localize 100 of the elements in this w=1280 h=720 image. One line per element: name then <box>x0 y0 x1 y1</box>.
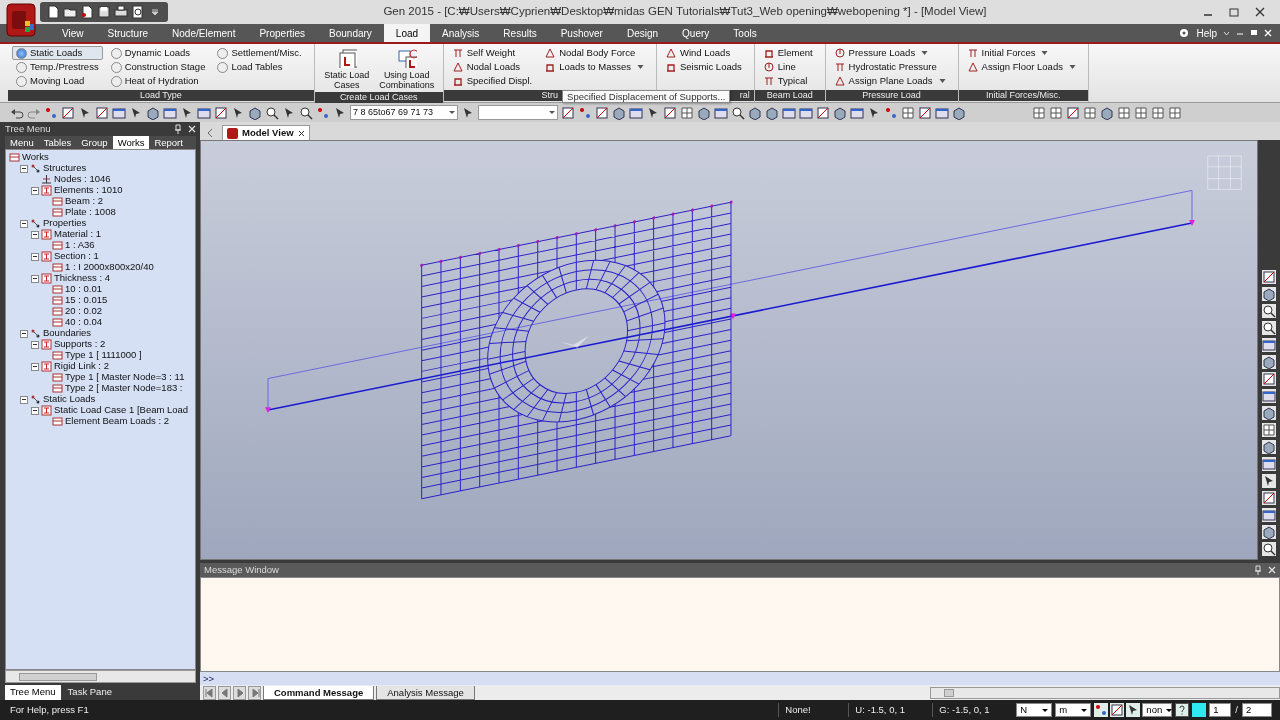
ribbon-tab[interactable]: Analysis <box>430 24 492 42</box>
message-tab[interactable]: Command Message <box>263 685 375 700</box>
zoom-icon[interactable] <box>731 105 745 120</box>
frame-icon[interactable] <box>1262 372 1276 386</box>
window-icon[interactable] <box>1262 389 1276 403</box>
grid-icon[interactable] <box>1083 105 1097 120</box>
radio-option[interactable]: Moving Load <box>12 74 103 88</box>
ribbon-tab[interactable]: Design <box>614 24 671 42</box>
ribbon-button[interactable]: Pressure Loads <box>829 46 950 60</box>
ribbon-button[interactable]: Wind Loads <box>660 46 746 60</box>
panel-tab[interactable]: Tables <box>38 136 77 149</box>
grid-icon[interactable] <box>1117 105 1131 120</box>
unit-dropdown[interactable]: N <box>1016 703 1053 717</box>
expand-toggle[interactable] <box>31 252 39 261</box>
new-file-icon[interactable] <box>80 5 94 19</box>
toolbar-icon[interactable] <box>1094 703 1109 717</box>
frame-icon[interactable] <box>1262 491 1276 505</box>
ribbon-button[interactable]: Hydrostatic Pressure <box>829 60 950 74</box>
expand-toggle[interactable] <box>20 219 28 228</box>
ribbon-button[interactable]: Using Load Combinations <box>378 46 435 90</box>
caret-icon[interactable] <box>636 64 644 70</box>
print-icon[interactable] <box>114 5 128 19</box>
ribbon-button[interactable]: Typical <box>758 74 817 88</box>
node-icon[interactable] <box>578 105 592 120</box>
message-tab[interactable]: Analysis Message <box>376 685 475 700</box>
expand-toggle[interactable] <box>31 274 39 283</box>
ribbon-button[interactable]: Element <box>758 46 817 60</box>
panel-tab[interactable]: Task Pane <box>62 685 117 700</box>
unit-dropdown[interactable]: non <box>1142 703 1173 717</box>
panel-tab[interactable]: Report <box>149 136 188 149</box>
grid-icon[interactable] <box>680 105 694 120</box>
radio-option[interactable]: Construction Stage <box>106 60 210 74</box>
view-tab[interactable]: Model View <box>222 125 310 140</box>
grid-icon[interactable] <box>1049 105 1063 120</box>
expand-toggle[interactable] <box>20 164 28 173</box>
gear-icon[interactable] <box>1178 27 1191 39</box>
window-icon[interactable] <box>850 105 864 120</box>
frame-icon[interactable] <box>663 105 677 120</box>
radio-option[interactable]: Heat of Hydration <box>106 74 210 88</box>
open-folder-icon[interactable] <box>63 5 77 19</box>
nav-arrow-icon[interactable] <box>203 685 216 700</box>
page-field[interactable]: 2 <box>1242 703 1272 717</box>
grid-icon[interactable] <box>1032 105 1046 120</box>
ribbon-button[interactable]: Assign Plane Loads <box>829 74 950 88</box>
expand-toggle[interactable] <box>31 340 39 349</box>
nav-arrow-icon[interactable] <box>218 685 231 700</box>
ribbon-button[interactable]: Assign Floor Loads <box>962 60 1080 74</box>
node-icon[interactable] <box>316 105 330 120</box>
frame-icon[interactable] <box>816 105 830 120</box>
panel-tab[interactable]: Menu <box>5 136 39 149</box>
ribbon-tab[interactable]: View <box>50 24 96 42</box>
ribbon-button[interactable]: Self Weight <box>447 46 537 60</box>
unit-dropdown[interactable]: m <box>1055 703 1092 717</box>
frame-icon[interactable] <box>561 105 575 120</box>
radio-option[interactable]: Load Tables <box>213 60 306 74</box>
close-icon[interactable] <box>1254 6 1266 18</box>
ribbon-button[interactable]: Line <box>758 60 817 74</box>
window-icon[interactable] <box>782 105 796 120</box>
grid-icon[interactable] <box>1151 105 1165 120</box>
window-icon[interactable] <box>799 105 813 120</box>
help-link[interactable]: Help <box>1196 25 1217 41</box>
window-icon[interactable] <box>935 105 949 120</box>
color-swatch[interactable] <box>1192 703 1207 717</box>
window-icon[interactable] <box>112 105 126 120</box>
ribbon-tab[interactable]: Structure <box>95 24 161 42</box>
scrollbar[interactable] <box>5 670 196 683</box>
window-icon[interactable] <box>197 105 211 120</box>
frame-icon[interactable] <box>595 105 609 120</box>
radio-option[interactable]: Settlement/Misc. <box>213 46 306 60</box>
panel-tab[interactable]: Group <box>76 136 113 149</box>
radio-option[interactable]: Dynamic Loads <box>106 46 210 60</box>
ribbon-tab[interactable]: Boundary <box>317 24 384 42</box>
expand-toggle[interactable] <box>31 230 39 239</box>
ribbon-button[interactable]: Loads to Masses <box>540 60 648 74</box>
window-icon[interactable] <box>1262 338 1276 352</box>
ribbon-button[interactable]: Initial Forces <box>962 46 1080 60</box>
radio-option[interactable]: Static Loads <box>12 46 103 60</box>
ribbon-tab[interactable]: Load <box>383 24 431 42</box>
window-icon[interactable] <box>629 105 643 120</box>
caret-icon[interactable] <box>921 50 929 56</box>
frame-icon[interactable] <box>95 105 109 120</box>
expand-toggle[interactable] <box>20 329 28 338</box>
ribbon-button[interactable]: Specified Displ. <box>447 74 537 88</box>
caret-icon[interactable] <box>1041 50 1049 56</box>
selection-field[interactable]: 7 8 65to67 69 71 73 <box>350 105 458 120</box>
close-icon[interactable] <box>1264 27 1272 39</box>
ribbon-tab[interactable]: Pushover <box>548 24 615 42</box>
pin-icon[interactable] <box>174 124 182 134</box>
scroll-left-icon[interactable] <box>206 126 214 140</box>
node-icon[interactable] <box>44 105 58 120</box>
scrollbar[interactable] <box>930 686 1280 699</box>
ribbon-tab[interactable]: Tools <box>721 24 769 42</box>
radio-option[interactable]: Temp./Prestress <box>12 60 103 74</box>
expand-toggle[interactable] <box>31 362 39 371</box>
expand-toggle[interactable] <box>20 395 28 404</box>
frame-icon[interactable] <box>1066 105 1080 120</box>
zoom-icon[interactable] <box>1262 321 1276 335</box>
frame-icon[interactable] <box>214 105 228 120</box>
pin-icon[interactable] <box>1254 565 1262 575</box>
panel-tab[interactable]: Tree Menu <box>5 685 61 700</box>
